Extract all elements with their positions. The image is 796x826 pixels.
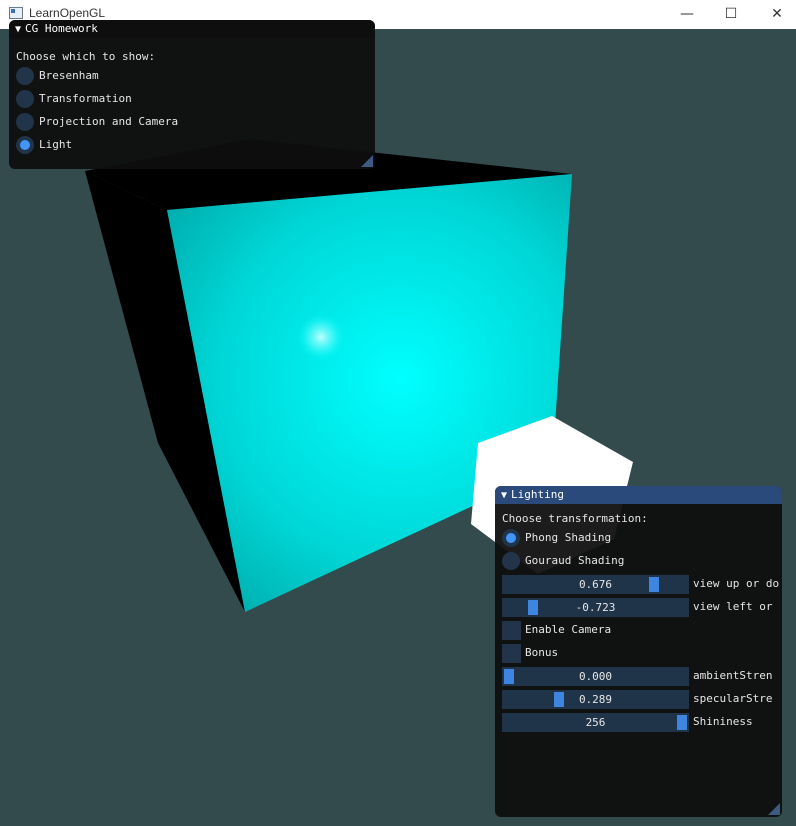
- radio-label: Gouraud Shading: [525, 554, 625, 567]
- close-icon: ✕: [771, 6, 783, 22]
- radio-button[interactable]: [502, 529, 520, 547]
- cg-homework-header[interactable]: ▼ CG Homework: [9, 20, 375, 38]
- slider-label: specularStre: [693, 692, 773, 705]
- maximize-icon: ☐: [724, 6, 738, 22]
- ambient-strength-slider[interactable]: 0.000: [502, 667, 689, 686]
- maximize-button[interactable]: ☐: [708, 0, 754, 29]
- view-left-slider-row[interactable]: -0.723 view left or: [495, 597, 782, 617]
- collapse-arrow-icon[interactable]: ▼: [15, 24, 21, 35]
- slider-label: ambientStren: [693, 669, 773, 682]
- enable-camera-row[interactable]: Enable Camera: [495, 620, 782, 640]
- panel-title: Lighting: [511, 488, 565, 501]
- radio-label: Transformation: [39, 92, 132, 105]
- shininess-slider-row[interactable]: 256 Shininess: [495, 712, 782, 732]
- radio-light[interactable]: Light: [9, 135, 375, 155]
- radio-label: Bresenham: [39, 69, 99, 82]
- specular-slider-row[interactable]: 0.289 specularStre: [495, 689, 782, 709]
- radio-transformation[interactable]: Transformation: [9, 89, 375, 109]
- app-window-icon: [9, 7, 23, 19]
- radio-bresenham[interactable]: Bresenham: [9, 66, 375, 86]
- minimize-icon: —: [680, 6, 694, 22]
- panel-title: CG Homework: [25, 22, 98, 35]
- close-button[interactable]: ✕: [754, 0, 796, 29]
- lighting-prompt: Choose transformation:: [502, 512, 648, 525]
- slider-value: -0.723: [575, 601, 616, 614]
- radio-button[interactable]: [16, 90, 34, 108]
- view-up-slider[interactable]: 0.676: [502, 575, 689, 594]
- specular-highlight: [297, 313, 345, 361]
- bonus-checkbox[interactable]: [502, 644, 521, 663]
- enable-camera-checkbox[interactable]: [502, 621, 521, 640]
- slider-value: 256: [585, 716, 606, 729]
- checkbox-label: Bonus: [525, 646, 559, 659]
- lighting-panel[interactable]: ▼ Lighting Choose transformation: Phong S…: [495, 486, 782, 817]
- ambient-slider-row[interactable]: 0.000 ambientStren: [495, 666, 782, 686]
- view-up-slider-row[interactable]: 0.676 view up or do: [495, 574, 782, 594]
- specular-strength-slider[interactable]: 0.289: [502, 690, 689, 709]
- radio-gouraud-shading[interactable]: Gouraud Shading: [495, 551, 782, 571]
- bonus-row[interactable]: Bonus: [495, 643, 782, 663]
- radio-phong-shading[interactable]: Phong Shading: [495, 528, 782, 548]
- cg-homework-panel[interactable]: ▼ CG Homework Choose which to show: Brese…: [9, 20, 375, 169]
- resize-grip[interactable]: [768, 803, 780, 815]
- view-left-slider[interactable]: -0.723: [502, 598, 689, 617]
- checkbox-label: Enable Camera: [525, 623, 612, 636]
- collapse-arrow-icon[interactable]: ▼: [501, 490, 507, 501]
- slider-label: view left or: [693, 600, 773, 613]
- radio-button[interactable]: [16, 67, 34, 85]
- radio-label: Projection and Camera: [39, 115, 179, 128]
- radio-button[interactable]: [16, 113, 34, 131]
- radio-projection-camera[interactable]: Projection and Camera: [9, 112, 375, 132]
- slider-value: 0.000: [578, 670, 613, 683]
- minimize-button[interactable]: —: [664, 0, 710, 29]
- lighting-header[interactable]: ▼ Lighting: [495, 486, 782, 504]
- radio-label: Phong Shading: [525, 531, 612, 544]
- shininess-slider[interactable]: 256: [502, 713, 689, 732]
- slider-value: 0.676: [578, 578, 613, 591]
- slider-label: view up or do: [693, 577, 780, 590]
- slider-value: 0.289: [578, 693, 613, 706]
- radio-button[interactable]: [16, 136, 34, 154]
- radio-label: Light: [39, 138, 73, 151]
- homework-prompt: Choose which to show:: [16, 50, 156, 63]
- radio-button[interactable]: [502, 552, 520, 570]
- resize-grip[interactable]: [361, 155, 373, 167]
- window-title: LearnOpenGL: [29, 6, 106, 20]
- slider-label: Shininess: [693, 715, 753, 728]
